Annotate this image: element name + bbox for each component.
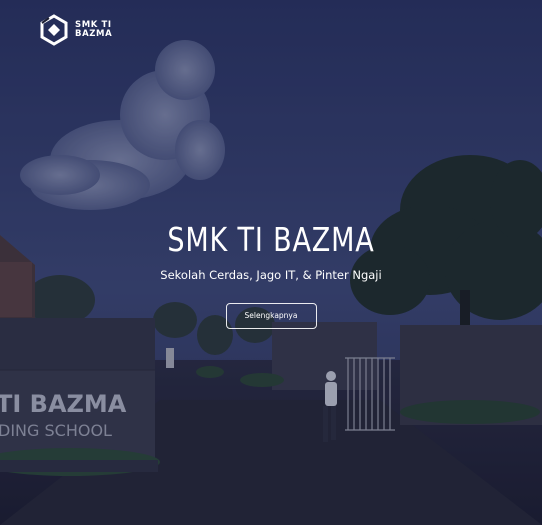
brand-logo[interactable]: SMK TI BAZMA — [39, 14, 115, 46]
selengkapnya-button[interactable]: Selengkapnya — [225, 303, 317, 329]
logo-text: SMK TI BAZMA — [75, 21, 115, 39]
hero-subtitle: Sekolah Cerdas, Jago IT, & Pinter Ngaji — [160, 268, 382, 282]
hero-section: TI BAZMA DING SCHOOL SMK TI BAZMA SMK TI… — [0, 0, 542, 525]
hexagon-logo-icon — [40, 14, 68, 46]
hero-content: SMK TI BAZMA Sekolah Cerdas, Jago IT, & … — [0, 218, 542, 329]
hero-title: SMK TI BAZMA — [167, 220, 375, 259]
logo-text-line2: BAZMA — [75, 29, 113, 39]
